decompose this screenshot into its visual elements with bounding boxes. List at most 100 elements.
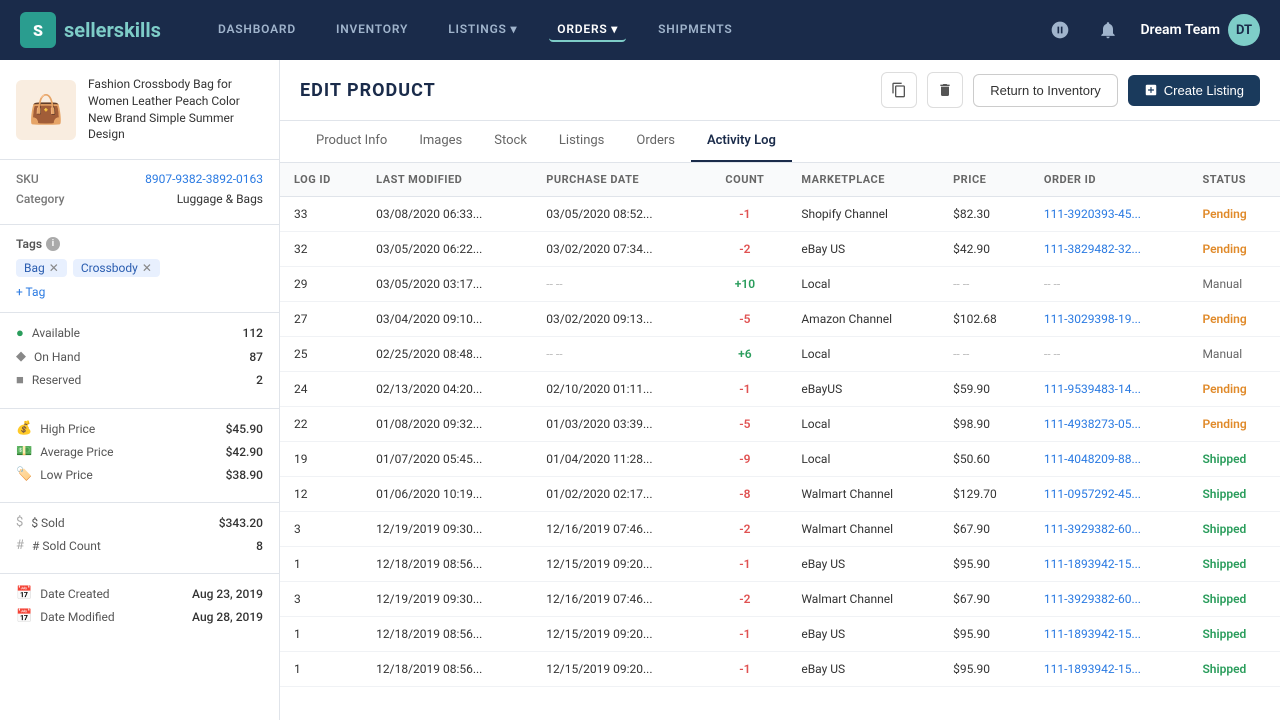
cell-order-id: 111-9539483-14... <box>1030 372 1189 407</box>
tags-info-icon[interactable]: i <box>46 237 60 251</box>
order-id-link[interactable]: 111-4938273-05... <box>1044 417 1141 431</box>
col-purchase-date: PURCHASE DATE <box>532 163 702 197</box>
cell-log-id: 32 <box>280 232 362 267</box>
seller-icon-btn[interactable] <box>1044 14 1076 46</box>
cell-status: Shipped <box>1188 547 1280 582</box>
top-navigation: S sellerskills DASHBOARD INVENTORY LISTI… <box>0 0 1280 60</box>
table-row: 12 01/06/2020 10:19... 01/02/2020 02:17.… <box>280 477 1280 512</box>
tab-listings[interactable]: Listings <box>543 121 620 162</box>
purchase-date: 12/16/2019 07:46... <box>546 592 652 606</box>
low-price-value: $38.90 <box>226 468 263 482</box>
table-row: 27 03/04/2020 09:10... 03/02/2020 09:13.… <box>280 302 1280 337</box>
order-id-link[interactable]: 111-3929382-60... <box>1044 522 1141 536</box>
count-value: -1 <box>739 382 750 396</box>
return-to-inventory-button[interactable]: Return to Inventory <box>973 74 1118 107</box>
delete-button[interactable] <box>927 72 963 108</box>
cell-price: $50.60 <box>939 442 1030 477</box>
cell-marketplace: Local <box>787 337 939 372</box>
cell-log-id: 19 <box>280 442 362 477</box>
cell-status: Shipped <box>1188 617 1280 652</box>
tab-activity-log[interactable]: Activity Log <box>691 121 792 162</box>
cell-last-modified: 12/19/2019 09:30... <box>362 512 532 547</box>
create-listing-button[interactable]: Create Listing <box>1128 75 1260 106</box>
cell-price: $59.90 <box>939 372 1030 407</box>
col-order-id: ORDER ID <box>1030 163 1189 197</box>
user-menu[interactable]: Dream Team DT <box>1140 14 1260 46</box>
cell-purchase-date: 12/15/2019 09:20... <box>532 652 702 687</box>
logo[interactable]: S sellerskills <box>20 12 180 48</box>
price-value: $95.90 <box>953 662 990 676</box>
tab-product-info[interactable]: Product Info <box>300 121 403 162</box>
category-value: Luggage & Bags <box>177 192 263 206</box>
order-id-link[interactable]: 111-3920393-45... <box>1044 207 1141 221</box>
notification-bell-btn[interactable] <box>1092 14 1124 46</box>
cell-order-id: 111-1893942-15... <box>1030 652 1189 687</box>
cell-purchase-date: 03/02/2020 07:34... <box>532 232 702 267</box>
tabs-bar: Product Info Images Stock Listings Order… <box>280 121 1280 163</box>
prices-section: 💰 High Price $45.90 💵 Average Price $42.… <box>0 409 279 503</box>
tags-label: Tags i <box>16 237 263 251</box>
purchase-date: 12/15/2019 09:20... <box>546 662 652 676</box>
nav-dashboard[interactable]: DASHBOARD <box>210 18 304 42</box>
cell-last-modified: 01/06/2020 10:19... <box>362 477 532 512</box>
copy-button[interactable] <box>881 72 917 108</box>
tab-stock[interactable]: Stock <box>478 121 543 162</box>
cell-purchase-date: -- -- <box>532 267 702 302</box>
date-modified-icon: 📅 <box>16 609 32 624</box>
table-row: 1 12/18/2019 08:56... 12/15/2019 09:20..… <box>280 547 1280 582</box>
status-badge: Pending <box>1202 312 1246 326</box>
low-price-icon: 🏷️ <box>16 467 32 482</box>
purchase-date-dash: -- -- <box>546 277 562 291</box>
order-id-link[interactable]: 111-3029398-19... <box>1044 312 1141 326</box>
cell-count: -2 <box>702 582 787 617</box>
cell-last-modified: 03/08/2020 06:33... <box>362 197 532 232</box>
table-row: 3 12/19/2019 09:30... 12/16/2019 07:46..… <box>280 512 1280 547</box>
avg-price-icon: 💵 <box>16 444 32 459</box>
nav-shipments[interactable]: SHIPMENTS <box>650 18 740 42</box>
order-id-link[interactable]: 111-9539483-14... <box>1044 382 1141 396</box>
status-badge: Shipped <box>1202 452 1246 466</box>
tab-orders[interactable]: Orders <box>620 121 691 162</box>
cell-count: +10 <box>702 267 787 302</box>
order-id-link[interactable]: 111-3929382-60... <box>1044 592 1141 606</box>
cell-log-id: 27 <box>280 302 362 337</box>
sku-value[interactable]: 8907-9382-3892-0163 <box>145 172 263 186</box>
cell-order-id: 111-3920393-45... <box>1030 197 1189 232</box>
order-id-link[interactable]: 111-4048209-88... <box>1044 452 1141 466</box>
tag-crossbody-remove[interactable]: ✕ <box>142 261 152 275</box>
cell-order-id: -- -- <box>1030 267 1189 302</box>
order-id-link[interactable]: 111-0957292-45... <box>1044 487 1141 501</box>
cell-last-modified: 01/08/2020 09:32... <box>362 407 532 442</box>
nav-inventory[interactable]: INVENTORY <box>328 18 416 42</box>
tag-bag: Bag ✕ <box>16 259 67 277</box>
nav-listings[interactable]: LISTINGS <box>440 18 525 42</box>
cell-price: -- -- <box>939 337 1030 372</box>
cell-count: -1 <box>702 617 787 652</box>
col-status: STATUS <box>1188 163 1280 197</box>
col-marketplace: MARKETPLACE <box>787 163 939 197</box>
cell-order-id: 111-3929382-60... <box>1030 582 1189 617</box>
cell-status: Shipped <box>1188 652 1280 687</box>
nav-orders[interactable]: ORDERS <box>549 18 626 42</box>
order-id-link[interactable]: 111-1893942-15... <box>1044 627 1141 641</box>
cell-count: -5 <box>702 302 787 337</box>
order-id-link[interactable]: 111-1893942-15... <box>1044 557 1141 571</box>
product-meta: SKU 8907-9382-3892-0163 Category Luggage… <box>0 160 279 225</box>
tab-images[interactable]: Images <box>403 121 478 162</box>
status-badge: Manual <box>1202 277 1242 291</box>
order-id-link[interactable]: 111-3829482-32... <box>1044 242 1141 256</box>
table-row: 1 12/18/2019 08:56... 12/15/2019 09:20..… <box>280 617 1280 652</box>
on-hand-icon: ◆ <box>16 349 26 364</box>
cell-price: $95.90 <box>939 617 1030 652</box>
count-value: -1 <box>739 207 750 221</box>
add-tag-btn[interactable]: + Tag <box>16 285 45 299</box>
cell-purchase-date: 12/15/2019 09:20... <box>532 547 702 582</box>
order-id-link[interactable]: 111-1893942-15... <box>1044 662 1141 676</box>
date-modified-row: 📅 Date Modified Aug 28, 2019 <box>16 609 263 624</box>
user-avatar: DT <box>1228 14 1260 46</box>
cell-marketplace: Walmart Channel <box>787 512 939 547</box>
cell-log-id: 12 <box>280 477 362 512</box>
high-price-value: $45.90 <box>226 422 263 436</box>
tag-bag-remove[interactable]: ✕ <box>49 261 59 275</box>
dollar-sold-row: $ $ Sold $343.20 <box>16 515 263 530</box>
